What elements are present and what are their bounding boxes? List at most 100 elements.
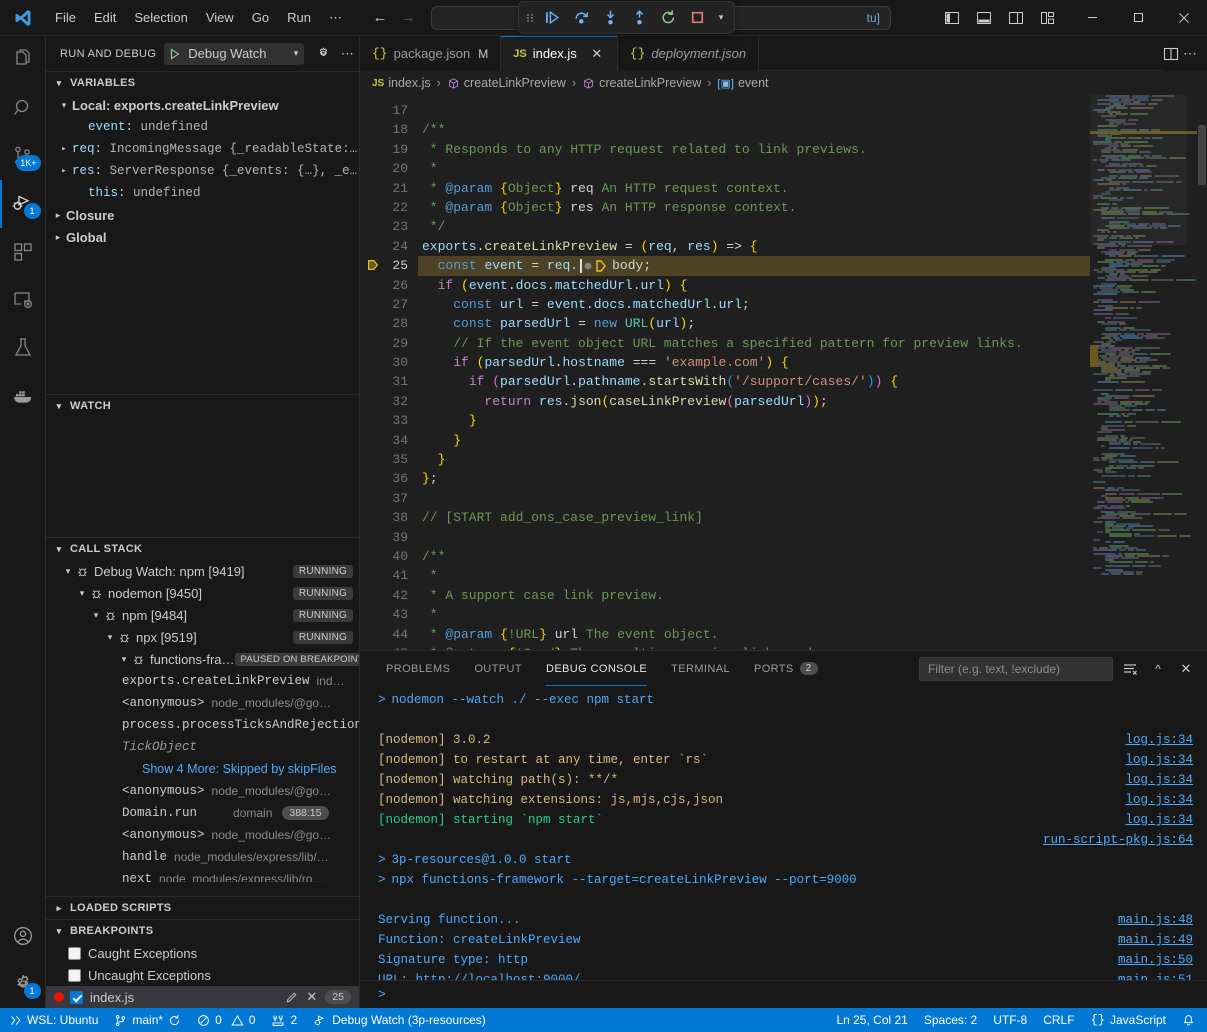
chevron-down-icon[interactable]: ▾	[294, 48, 299, 59]
line-number[interactable]: 37	[360, 489, 418, 508]
code-line[interactable]	[418, 101, 1090, 120]
code-line[interactable]: // [START add_ons_case_preview_link]	[418, 508, 1090, 527]
tree-row[interactable]: ▾ Local: exports.createLinkPreview	[46, 94, 359, 116]
callstack-session[interactable]: ▾ functions-fra… PAUSED ON BREAKPOINT	[46, 648, 359, 670]
checkbox[interactable]	[68, 947, 81, 960]
code-line[interactable]: /**	[418, 120, 1090, 139]
tree-row[interactable]: this: undefined	[46, 182, 359, 204]
variables-header[interactable]: ▾ VARIABLES	[46, 72, 359, 94]
inline-breakpoint-widget[interactable]	[580, 259, 610, 273]
grip-handle-icon[interactable]	[523, 10, 537, 26]
console-source-link[interactable]: run-script-pkg.js:64	[1043, 830, 1193, 850]
filter-input[interactable]: Filter (e.g. text, !exclude)	[919, 657, 1113, 681]
breakpoint-file[interactable]: index.js ✕ 25	[46, 986, 359, 1008]
code-line[interactable]: if (parsedUrl.pathname.startsWith('/supp…	[418, 372, 1090, 391]
activitybar-item-run-and-debug[interactable]: 1	[0, 180, 46, 228]
breakpoints-header[interactable]: ▾ BREAKPOINTS	[46, 920, 359, 942]
continue-icon[interactable]	[538, 4, 566, 31]
console-source-link[interactable]: log.js:34	[1125, 730, 1193, 750]
ellipsis-icon[interactable]: ⋯	[1183, 45, 1197, 62]
code-line[interactable]: * A support case link preview.	[418, 586, 1090, 605]
tree-row[interactable]: ▸ Global	[46, 226, 359, 248]
step-into-icon[interactable]	[596, 4, 624, 31]
tree-row[interactable]: ▸ Closure	[46, 204, 359, 226]
status-cursor-position[interactable]: Ln 25, Col 21	[828, 1008, 915, 1032]
play-icon[interactable]	[168, 47, 182, 61]
code-line[interactable]	[418, 528, 1090, 547]
code-line[interactable]: if (parsedUrl.hostname === 'example.com'…	[418, 353, 1090, 372]
line-number[interactable]: 39	[360, 528, 418, 547]
callstack-frame[interactable]: next node_modules/express/lib/ro…	[46, 868, 359, 882]
split-editor-icon[interactable]	[1163, 46, 1179, 62]
ellipsis-icon[interactable]: ⋯	[336, 43, 358, 65]
console-source-link[interactable]: main.js:51	[1118, 970, 1193, 980]
callstack-frame[interactable]: <anonymous> node_modules/@go…	[46, 780, 359, 802]
callstack-session[interactable]: ▾ Debug Watch: npm [9419] RUNNING	[46, 560, 359, 582]
console-source-link[interactable]: log.js:34	[1125, 790, 1193, 810]
loaded-scripts-header[interactable]: ▸ LOADED SCRIPTS	[46, 897, 359, 919]
callstack-frame[interactable]: handle node_modules/express/lib/…	[46, 846, 359, 868]
checkbox[interactable]	[68, 969, 81, 982]
code-line[interactable]: const parsedUrl = new URL(url);	[418, 314, 1090, 333]
tree-row[interactable]: ▸ req: IncomingMessage {_readableState:…	[46, 138, 359, 160]
debug-configuration-selector[interactable]: Debug Watch ▾	[164, 43, 304, 65]
tab-index-js[interactable]: JS index.js ✕	[501, 36, 618, 71]
step-out-icon[interactable]	[625, 4, 653, 31]
code-line[interactable]: }	[418, 411, 1090, 430]
line-number[interactable]: 29	[360, 334, 418, 353]
callstack-frame[interactable]: <anonymous> node_modules/@go…	[46, 824, 359, 846]
tab-package-json[interactable]: {} package.json M	[360, 36, 501, 71]
callstack-session[interactable]: ▾ npm [9484] RUNNING	[46, 604, 359, 626]
watch-list[interactable]	[46, 417, 359, 537]
console-source-link[interactable]: log.js:34	[1125, 810, 1193, 830]
arrow-left-icon[interactable]: ←	[367, 7, 393, 29]
code-line[interactable]: }	[418, 450, 1090, 469]
line-number[interactable]: 27	[360, 295, 418, 314]
line-number[interactable]: 32	[360, 392, 418, 411]
menu-run[interactable]: Run	[278, 7, 320, 28]
console-source-link[interactable]: main.js:49	[1118, 930, 1193, 950]
callstack-session[interactable]: ▾ nodemon [9450] RUNNING	[46, 582, 359, 604]
callstack-show-more[interactable]: Show 4 More: Skipped by skipFiles	[46, 758, 359, 780]
close-icon[interactable]: ✕	[1175, 658, 1197, 680]
status-encoding[interactable]: UTF-8	[985, 1008, 1035, 1032]
callstack-frame-italic[interactable]: TickObject	[46, 736, 359, 758]
activitybar-item-extensions[interactable]	[0, 228, 46, 276]
code-line[interactable]: const event = req.body;	[418, 256, 1090, 275]
watch-header[interactable]: ▾ WATCH	[46, 395, 359, 417]
menu-selection[interactable]: Selection	[125, 7, 196, 28]
status-indentation[interactable]: Spaces: 2	[916, 1008, 985, 1032]
line-number[interactable]: 26	[360, 276, 418, 295]
line-number[interactable]: 45	[360, 644, 418, 650]
breakpoint-arrow-icon[interactable]	[366, 258, 380, 272]
line-number[interactable]: 30	[360, 353, 418, 372]
status-language-mode[interactable]: {} JavaScript	[1083, 1008, 1174, 1032]
clear-console-icon[interactable]	[1119, 658, 1141, 680]
code-line[interactable]	[418, 489, 1090, 508]
line-number[interactable]: 24	[360, 237, 418, 256]
callstack-frame[interactable]: process.processTicksAndRejections	[46, 714, 359, 736]
breadcrumb-symbol-1[interactable]: createLinkPreview	[447, 76, 566, 90]
console-source-link[interactable]: log.js:34	[1125, 770, 1193, 790]
activitybar-item-search[interactable]	[0, 84, 46, 132]
tab-terminal[interactable]: TERMINAL	[659, 651, 742, 686]
chevron-up-icon[interactable]: ^	[1147, 658, 1169, 680]
chevron-right-icon[interactable]: ▸	[56, 144, 72, 154]
minimap[interactable]	[1090, 95, 1197, 650]
chevron-right-icon[interactable]: ▸	[50, 232, 66, 243]
debug-console-input[interactable]: >	[360, 980, 1207, 1008]
minimap-slider[interactable]	[1090, 95, 1187, 245]
status-debug-session[interactable]: Debug Watch (3p-resources)	[305, 1008, 494, 1032]
line-number[interactable]: 35	[360, 450, 418, 469]
callstack-frame[interactable]: exports.createLinkPreview ind…	[46, 670, 359, 692]
code-line[interactable]: const url = event.docs.matchedUrl.url;	[418, 295, 1090, 314]
toggle-primary-sidebar-icon[interactable]	[937, 5, 967, 31]
chevron-down-icon[interactable]: ▾	[712, 12, 730, 23]
status-branch[interactable]: main*	[106, 1008, 189, 1032]
line-number[interactable]: 40	[360, 547, 418, 566]
code-line[interactable]: *	[418, 605, 1090, 624]
show-more-link[interactable]: Show 4 More: Skipped by skipFiles	[142, 762, 337, 776]
line-number[interactable]: 33	[360, 411, 418, 430]
tab-problems[interactable]: PROBLEMS	[374, 651, 462, 686]
menu-more[interactable]: ⋯	[320, 7, 351, 29]
